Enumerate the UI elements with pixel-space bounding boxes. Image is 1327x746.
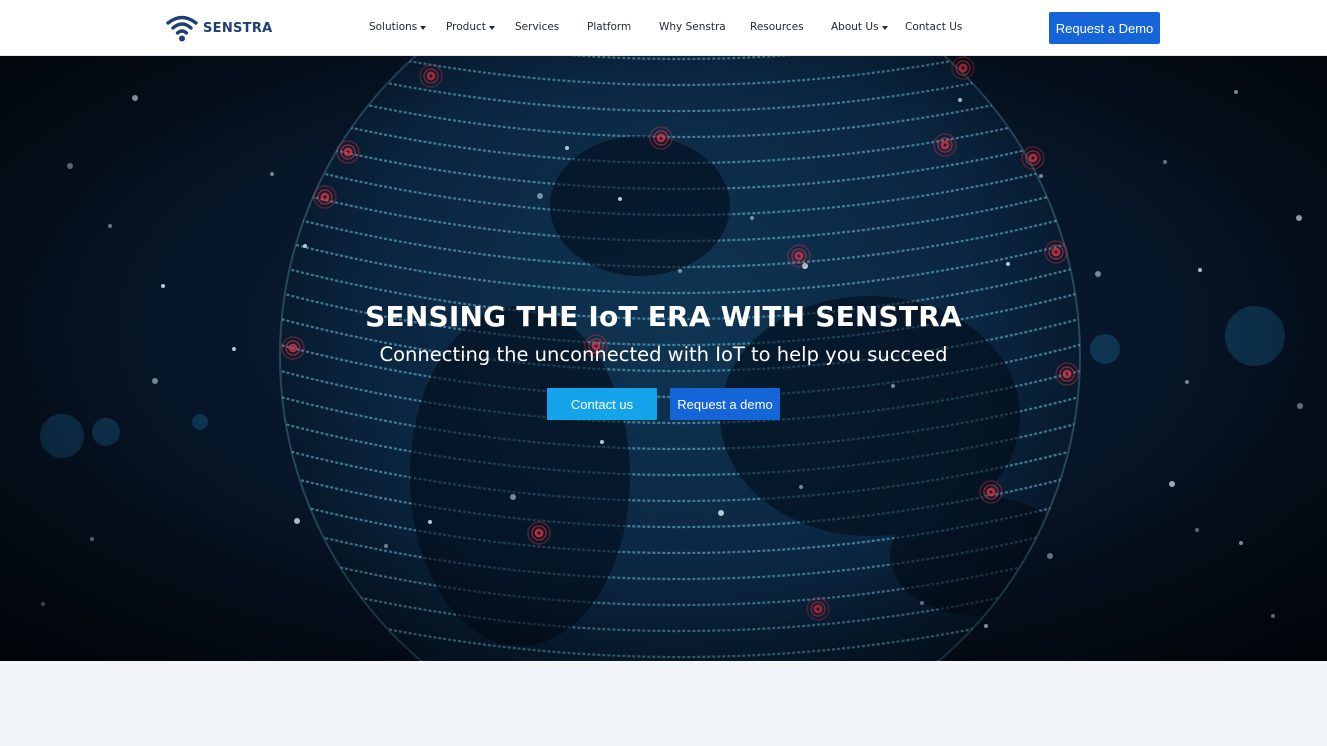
top-navbar: SENSTRA Solutions Product Services Platf… (0, 0, 1327, 56)
nav-item-product[interactable]: Product (446, 21, 495, 33)
nav-item-about-us[interactable]: About Us (831, 21, 888, 33)
nav-item-solutions[interactable]: Solutions (369, 21, 427, 33)
nav-item-platform[interactable]: Platform (587, 21, 631, 33)
nav-label: Product (446, 21, 486, 33)
nav-item-resources[interactable]: Resources (750, 21, 804, 33)
nav-item-services[interactable]: Services (515, 21, 559, 33)
request-demo-button[interactable]: Request a Demo (1049, 12, 1160, 44)
caret-down-icon (488, 25, 495, 30)
wifi-signal-icon (166, 15, 198, 42)
nav-label: Services (515, 21, 560, 33)
hero-subtitle: Connecting the unconnected with IoT to h… (379, 343, 948, 366)
senstra-logo[interactable]: SENSTRA (166, 14, 273, 42)
nav-label: Resources (750, 21, 804, 33)
nav-item-why-senstra[interactable]: Why Senstra (659, 21, 726, 33)
nav-label: About Us (831, 21, 879, 33)
hero-section: SENSING THE IoT ERA WITH SENSTRA Connect… (0, 56, 1327, 661)
caret-down-icon (420, 25, 427, 30)
nav-label: Contact Us (905, 21, 963, 33)
hero-title: SENSING THE IoT ERA WITH SENSTRA (365, 300, 962, 333)
next-section (0, 661, 1327, 746)
nav-item-contact-us[interactable]: Contact Us (905, 21, 962, 33)
logo-text: SENSTRA (203, 20, 273, 36)
nav-label: Solutions (369, 21, 418, 33)
contact-us-button[interactable]: Contact us (547, 388, 657, 420)
caret-down-icon (881, 25, 888, 30)
nav-label: Why Senstra (659, 21, 726, 33)
request-a-demo-button[interactable]: Request a demo (670, 388, 780, 420)
nav-label: Platform (587, 21, 632, 33)
